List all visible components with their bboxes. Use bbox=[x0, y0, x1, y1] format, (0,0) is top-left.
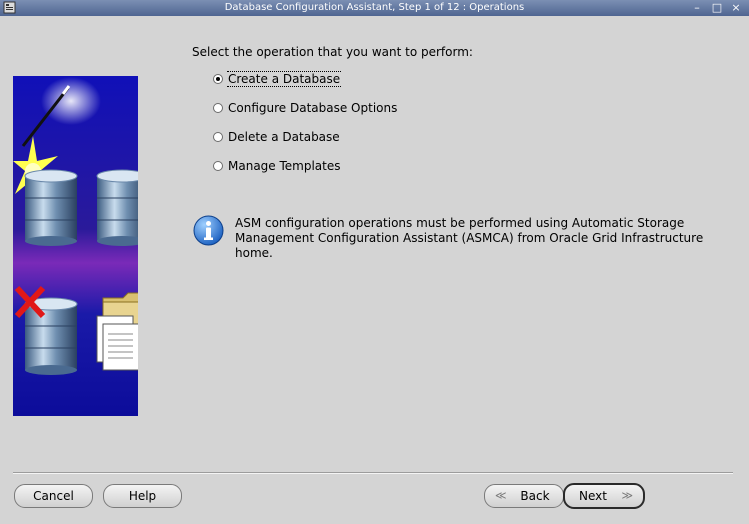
radio-delete-database[interactable]: Delete a Database bbox=[213, 129, 341, 145]
radio-label: Configure Database Options bbox=[228, 101, 398, 115]
back-arrow-icon: ≪ bbox=[495, 489, 507, 502]
next-button-label: Next bbox=[579, 489, 607, 503]
radio-create-database[interactable]: Create a Database bbox=[213, 71, 342, 87]
radio-manage-templates[interactable]: Manage Templates bbox=[213, 158, 342, 174]
templates-folder-icon bbox=[96, 292, 138, 371]
radio-button[interactable] bbox=[213, 74, 223, 84]
database-icon bbox=[24, 169, 78, 246]
info-line-2: Management Configuration Assistant (ASMC… bbox=[235, 231, 704, 260]
database-config-icon bbox=[96, 169, 138, 246]
window-title: Database Configuration Assistant, Step 1… bbox=[224, 2, 525, 13]
operation-prompt: Select the operation that you want to pe… bbox=[192, 45, 473, 59]
cancel-button-label: Cancel bbox=[33, 489, 74, 503]
radio-button[interactable] bbox=[213, 132, 223, 142]
cancel-button[interactable]: Cancel bbox=[14, 484, 93, 508]
help-button-label: Help bbox=[128, 489, 157, 503]
back-button[interactable]: ≪ Back bbox=[484, 484, 564, 508]
minimize-button[interactable]: – bbox=[690, 0, 704, 16]
delete-database-icon bbox=[14, 285, 78, 375]
radio-label: Create a Database bbox=[227, 71, 342, 87]
wizard-illustration bbox=[13, 76, 138, 416]
radio-button[interactable] bbox=[213, 161, 223, 171]
close-button[interactable]: × bbox=[729, 0, 743, 16]
footer-separator bbox=[13, 472, 733, 474]
info-line-1: ASM configuration operations must be per… bbox=[235, 216, 685, 230]
next-button[interactable]: Next ≫ bbox=[563, 483, 645, 509]
back-button-label: Back bbox=[520, 489, 550, 503]
next-arrow-icon: ≫ bbox=[621, 489, 633, 502]
radio-label: Delete a Database bbox=[228, 130, 340, 144]
info-icon bbox=[193, 215, 224, 246]
asm-info-message: ASM configuration operations must be per… bbox=[235, 216, 735, 261]
maximize-button[interactable]: □ bbox=[710, 0, 724, 16]
radio-label: Manage Templates bbox=[228, 159, 341, 173]
radio-button[interactable] bbox=[213, 103, 223, 113]
window-titlebar[interactable]: Database Configuration Assistant, Step 1… bbox=[0, 0, 749, 16]
radio-configure-options[interactable]: Configure Database Options bbox=[213, 100, 398, 116]
help-button[interactable]: Help bbox=[103, 484, 182, 508]
